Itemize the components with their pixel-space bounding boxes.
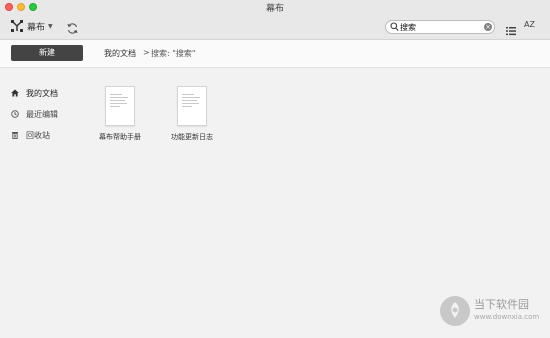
list-view-button[interactable] [506,21,516,40]
new-button[interactable]: 新建 [11,45,83,61]
sidebar-item-label: 回收站 [26,130,50,140]
watermark: 当下软件园 www.downxia.com [440,296,548,326]
home-icon [11,89,19,97]
breadcrumb-separator: > [143,48,150,57]
search-input[interactable] [400,21,482,33]
sidebar: 我的文档 最近编辑 回收站 [0,69,90,338]
sidebar-item-trash[interactable]: 回收站 [11,129,50,141]
document-thumbnail-icon [177,86,207,126]
sync-icon [67,23,78,34]
watermark-logo-icon [440,296,470,326]
workspace-menu[interactable]: 幕布 ▼ [10,18,54,34]
action-bar: 新建 我的文档 > 搜索: "搜索" [0,40,550,68]
toolbar: 幕布 ▼ × AZ [0,14,550,40]
file-name: 幕布帮助手册 [99,133,141,141]
clock-icon [11,110,19,118]
title-bar: 幕布 [0,0,550,14]
file-item[interactable]: 功能更新日志 [160,86,224,142]
mubu-logo-icon [11,20,23,32]
workspace-label: 幕布 [27,22,46,33]
sidebar-item-recent[interactable]: 最近编辑 [11,108,58,120]
trash-icon [11,131,19,139]
file-item[interactable]: 幕布帮助手册 [88,86,152,142]
sidebar-item-my-documents[interactable]: 我的文档 [11,87,58,99]
watermark-url: www.downxia.com [474,313,540,321]
file-name: 功能更新日志 [171,133,213,141]
clear-search-icon[interactable]: × [484,23,492,31]
breadcrumb-root[interactable]: 我的文档 [104,48,136,59]
sync-button[interactable] [66,20,79,34]
search-icon [390,22,399,32]
search-box: × [385,20,495,34]
document-thumbnail-icon [105,86,135,126]
window-title: 幕布 [265,4,284,14]
chevron-down-icon: ▼ [48,22,53,30]
watermark-text: 当下软件园 [474,298,529,311]
sidebar-item-label: 最近编辑 [26,109,58,119]
sort-button[interactable]: AZ [524,20,535,29]
list-icon [506,27,516,36]
breadcrumb-current: 搜索: "搜索" [151,49,196,58]
sidebar-item-label: 我的文档 [26,88,58,98]
